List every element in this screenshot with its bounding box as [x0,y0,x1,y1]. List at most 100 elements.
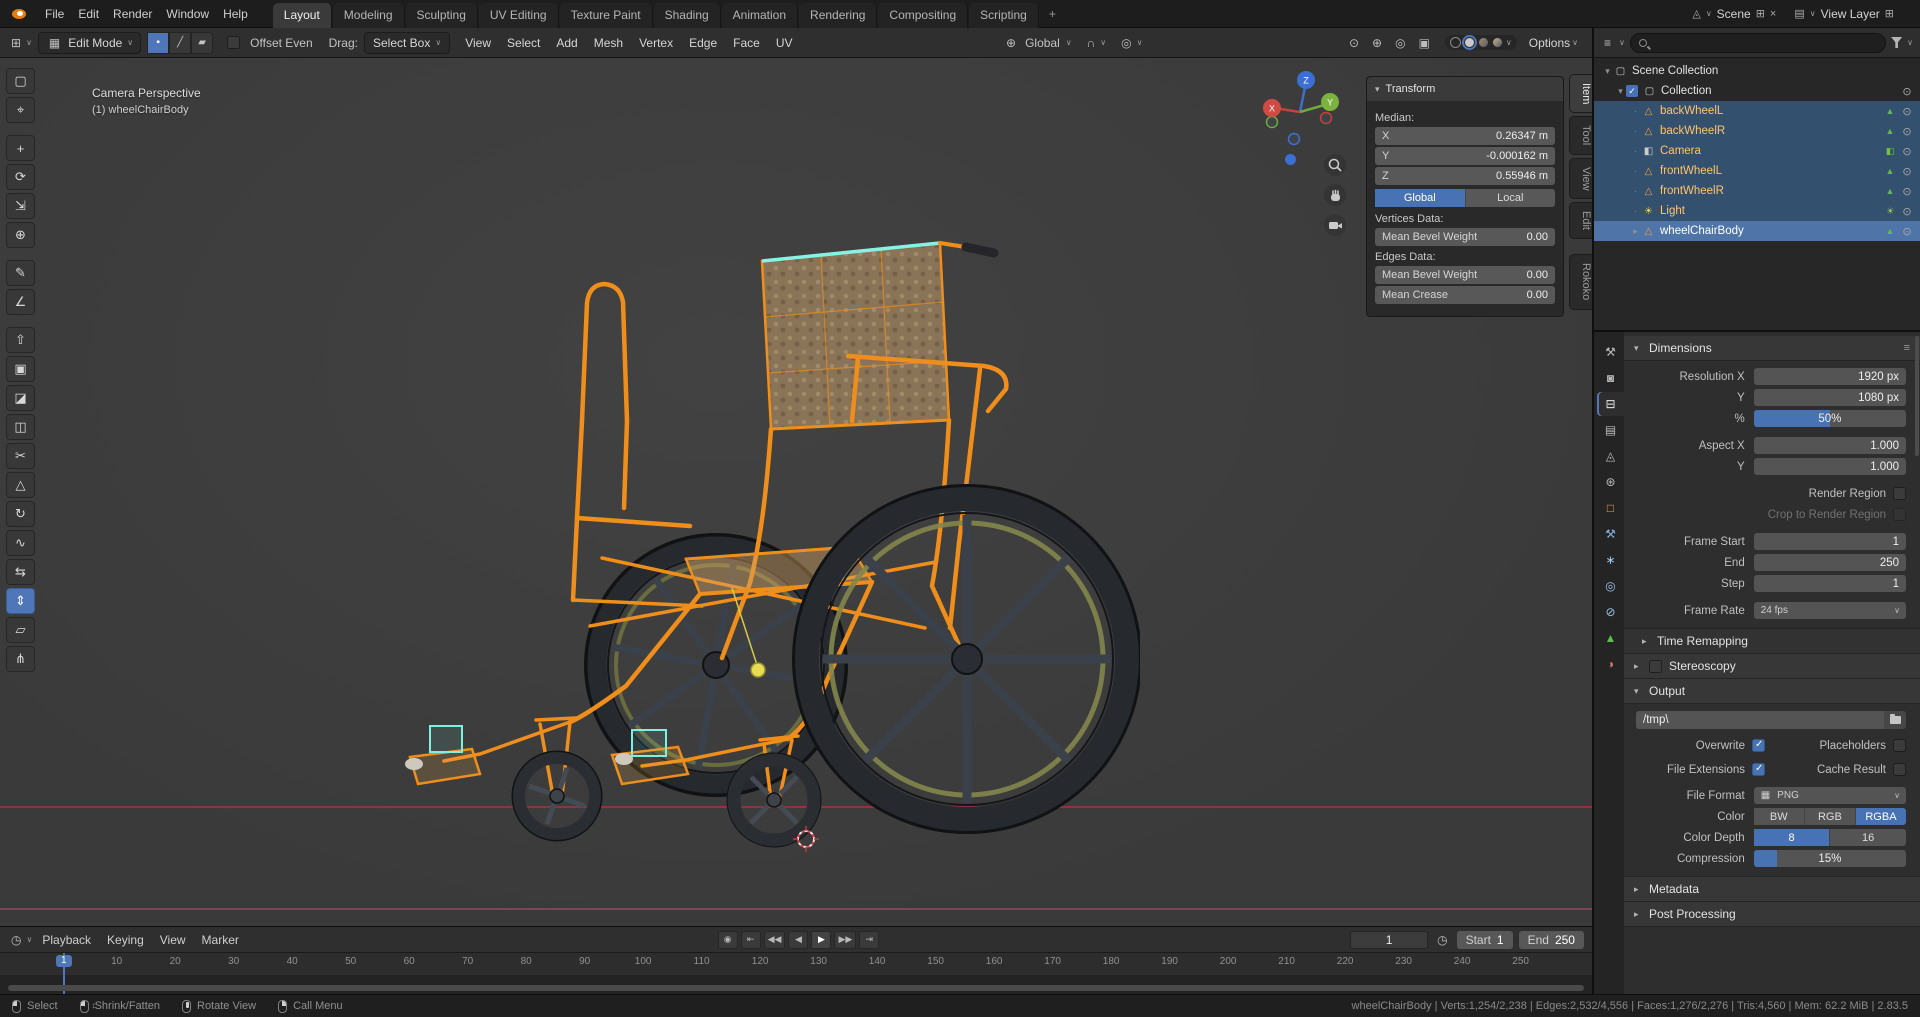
value-field[interactable]: 1 [1754,533,1906,550]
scene-selector[interactable]: ◬ ∨ Scene ⊞ × [1692,7,1776,21]
expand-arrow-icon[interactable]: ▾ [1602,66,1613,77]
outliner-row[interactable]: · △ backWheelL ▲ ⊙ [1594,101,1920,121]
render-properties-tab[interactable]: ◙ [1597,366,1624,390]
expand-arrow-icon[interactable]: · [1630,146,1641,156]
workspace-tab[interactable]: Shading [654,3,721,28]
outliner-row[interactable]: ▾ ▢ Scene Collection [1594,61,1920,81]
particles-tab[interactable]: ∗ [1597,548,1624,572]
expand-arrow-icon[interactable]: ▸ [1630,226,1641,237]
world-tab[interactable]: ⊛ [1597,470,1624,494]
transform-panel-header[interactable]: ▾ Transform [1367,77,1563,101]
chevron-down-icon[interactable]: ∨ [26,38,32,47]
output-path-field[interactable]: /tmp\ [1636,711,1884,729]
outliner-search[interactable] [1630,33,1886,53]
workspace-tab[interactable]: Texture Paint [560,3,653,28]
post-processing-panel-header[interactable]: ▸ Post Processing [1624,902,1920,927]
chevron-down-icon[interactable]: ∨ [1100,38,1106,47]
color-depth-button[interactable]: 16 [1830,829,1906,846]
hide-in-viewport-eye-icon[interactable]: ⊙ [1898,225,1916,238]
outliner-editor-icon[interactable]: ≡ [1601,36,1614,50]
menu-item[interactable]: File [38,0,71,28]
proportional-editing-toggle[interactable]: ◎ ∨ [1118,36,1142,50]
tool-tab[interactable]: ⚒ [1597,340,1624,364]
show-gizmo-toggle-icon[interactable]: ⊕ [1369,36,1385,50]
menu-item[interactable]: Edit [71,0,106,28]
color-depth-button[interactable]: 8 [1754,829,1831,846]
chevron-down-icon[interactable]: ∨ [1706,9,1712,18]
viewport-menu-item[interactable]: Edge [682,32,724,54]
output-checkbox[interactable] [1752,739,1765,752]
next-keyframe-button[interactable]: ▶▶ [834,931,856,949]
view-layer-tab[interactable]: ▤ [1597,418,1624,442]
dimensions-panel-header[interactable]: ▾ Dimensions ≡ [1624,336,1920,361]
use-preview-range-icon[interactable]: ◷ [1434,933,1450,947]
tool-rip-region[interactable]: ⋔ [6,646,35,672]
sidebar-tab[interactable]: Rokoko [1569,254,1592,309]
expand-arrow-icon[interactable]: ▾ [1615,86,1626,97]
median-axis-field[interactable]: Y -0.000162 m [1375,147,1555,165]
tool-shrink-fatten[interactable]: ⇕ [6,588,35,614]
chevron-down-icon[interactable]: ∨ [1137,38,1143,47]
viewport-menu-item[interactable]: UV [769,32,800,54]
tool-transform[interactable]: ⊕ [6,222,35,248]
edge-data-field[interactable]: Mean Crease 0.00 [1375,286,1555,304]
tool-bevel[interactable]: ◪ [6,385,35,411]
workspace-tab[interactable]: Layout [273,3,332,28]
shading-wireframe-button[interactable] [1450,37,1461,48]
play-reverse-button[interactable]: ◀ [788,931,808,949]
tool-rotate[interactable]: ⟳ [6,164,35,190]
hide-in-viewport-eye-icon[interactable]: ⊙ [1898,205,1916,218]
camera-nav-dot[interactable] [1285,154,1296,165]
outliner-row[interactable]: · ◧ Camera ◧ ⊙ [1594,141,1920,161]
expand-arrow-icon[interactable]: · [1630,166,1641,176]
value-field[interactable]: 1 [1754,575,1906,592]
gizmo-neg-x[interactable] [1321,113,1332,124]
expand-arrow-icon[interactable]: · [1630,206,1641,216]
hide-in-viewport-eye-icon[interactable]: ⊙ [1898,185,1916,198]
shading-material-button[interactable] [1478,37,1489,48]
median-axis-field[interactable]: Z 0.55946 m [1375,167,1555,185]
tool-extrude-region[interactable]: ⇧ [6,327,35,353]
stereoscopy-panel-header[interactable]: ▸ Stereoscopy [1624,654,1920,679]
timeline-menu-item[interactable]: View [152,933,194,947]
new-scene-icon[interactable]: ⊞ [1756,7,1765,20]
constraints-tab[interactable]: ⊘ [1597,600,1624,624]
modifiers-tab[interactable]: ⚒ [1597,522,1624,546]
compression-slider[interactable]: 15% [1754,850,1906,867]
outliner-row[interactable]: · △ backWheelR ▲ ⊙ [1594,121,1920,141]
timeline-menu-item[interactable]: Keying [99,933,152,947]
sidebar-tab[interactable]: Edit [1569,202,1592,239]
outliner-row[interactable]: · ☀ Light ☀ ⊙ [1594,201,1920,221]
frame-end-field[interactable]: End 250 [1519,931,1584,949]
workspace-tab[interactable]: Sculpting [406,3,478,28]
zoom-icon[interactable] [1324,154,1346,176]
render-region-checkbox[interactable] [1893,487,1906,500]
output-panel-header[interactable]: ▾ Output [1624,679,1920,704]
hide-in-viewport-eye-icon[interactable]: ⊙ [1898,165,1916,178]
tool-measure[interactable]: ∠ [6,289,35,315]
file-format-dropdown[interactable]: ▦ PNG ∨ [1754,787,1906,804]
wheelchair-model[interactable] [380,208,1140,908]
caster-wheel-left[interactable] [513,752,601,840]
tool-inset-faces[interactable]: ▣ [6,356,35,382]
mode-dropdown[interactable]: ▦ Edit Mode ∨ [38,32,141,54]
drag-tool-dropdown[interactable]: Select Box ∨ [364,32,450,54]
properties-scrollbar[interactable] [1915,336,1919,456]
menu-item[interactable]: Render [106,0,159,28]
options-dropdown[interactable]: Options ∨ [1529,36,1578,50]
back-wheel-right[interactable] [794,486,1140,832]
tool-select-box[interactable]: ▢ [6,68,35,94]
view-layer-selector[interactable]: ▤ ∨ View Layer ⊞ [1794,7,1894,21]
chevron-down-icon[interactable]: ∨ [1907,38,1913,47]
tool-scale[interactable]: ⇲ [6,193,35,219]
menu-item[interactable]: Help [216,0,255,28]
outliner-row[interactable]: ▸ △ wheelChairBody ▲ ⊙ [1594,221,1920,241]
viewport-menu-item[interactable]: Face [726,32,767,54]
chevron-down-icon[interactable]: ∨ [1619,38,1625,47]
physics-tab[interactable]: ◎ [1597,574,1624,598]
visibility-dropdown-icon[interactable]: ⊙ [1346,36,1362,50]
value-field[interactable]: 1.000 [1754,458,1906,475]
value-field[interactable]: 1.000 [1754,437,1906,454]
value-field[interactable]: 50% [1754,410,1906,427]
previous-keyframe-button[interactable]: ◀◀ [764,931,786,949]
